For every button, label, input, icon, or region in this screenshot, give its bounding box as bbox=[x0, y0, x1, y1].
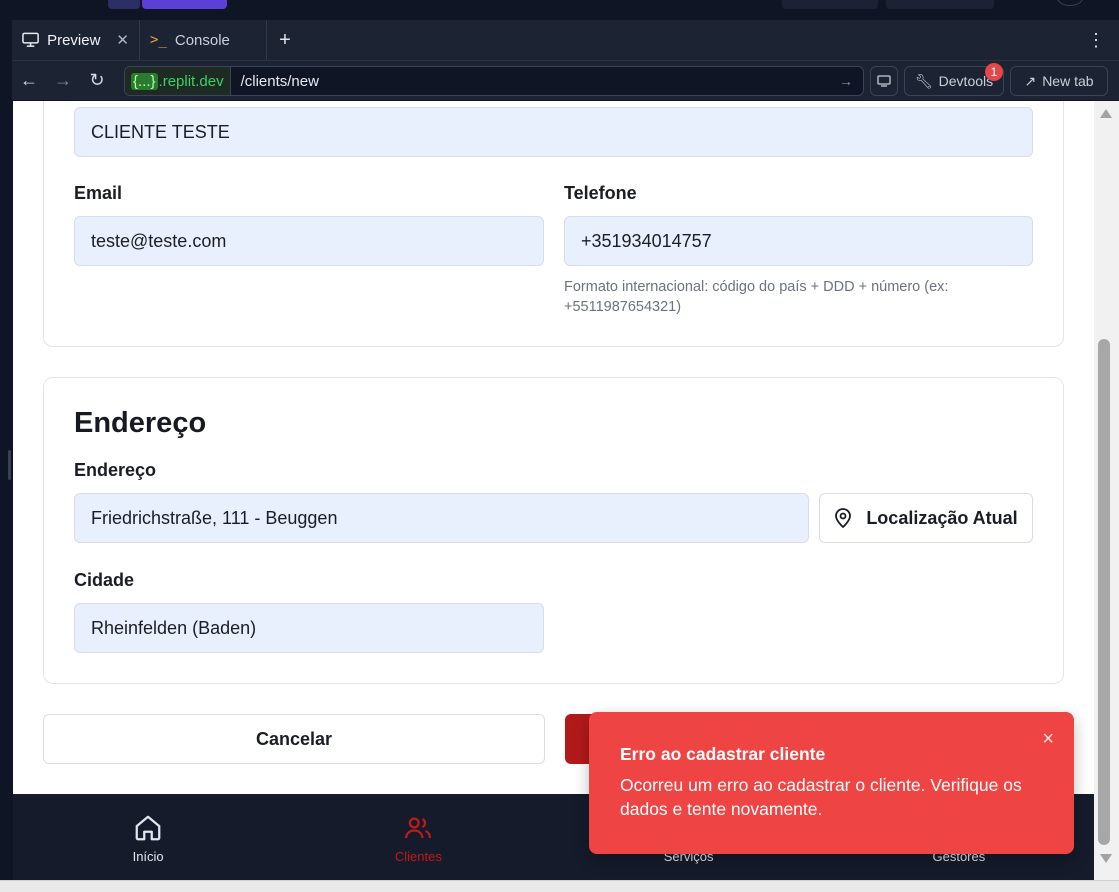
toast-message: Ocorreu um erro ao cadastrar o cliente. … bbox=[620, 775, 1022, 819]
toast-title: Erro ao cadastrar cliente bbox=[620, 744, 826, 764]
new-tab-label: New tab bbox=[1042, 73, 1094, 89]
top-pill bbox=[886, 0, 994, 9]
top-pill-active bbox=[142, 0, 227, 9]
city-field[interactable]: Rheinfelden (Baden) bbox=[74, 603, 544, 653]
browser-url-bar: ← → ↻ {...} .replit.dev /clients/new → 🔧… bbox=[12, 60, 1119, 100]
monitor-icon bbox=[22, 32, 39, 47]
add-tab-button[interactable]: + bbox=[267, 20, 303, 60]
home-icon bbox=[135, 815, 161, 840]
tab-label: Console bbox=[174, 31, 230, 49]
page-viewport: CLIENTE TESTE Email teste@teste.com Tele… bbox=[13, 101, 1094, 794]
url-domain: {...} .replit.dev bbox=[125, 67, 231, 95]
screen-icon bbox=[877, 75, 891, 87]
go-arrow-icon[interactable]: → bbox=[839, 73, 863, 89]
devtools-badge: 1 bbox=[985, 63, 1003, 81]
cancel-button[interactable]: Cancelar bbox=[43, 714, 545, 764]
top-pill bbox=[108, 0, 140, 9]
url-domain-prefix: {...} bbox=[131, 72, 158, 90]
forward-icon[interactable]: → bbox=[46, 70, 80, 91]
error-toast: × Erro ao cadastrar cliente Ocorreu um e… bbox=[589, 712, 1074, 854]
top-pill bbox=[782, 0, 878, 9]
close-icon[interactable]: × bbox=[1042, 728, 1054, 751]
phone-hint: Formato internacional: código do país + … bbox=[564, 279, 949, 315]
new-tab-button[interactable]: ↗ New tab bbox=[1010, 66, 1108, 96]
os-top-strip bbox=[0, 0, 1119, 20]
tab-console[interactable]: >_ Console bbox=[140, 20, 267, 60]
browser-tab-bar: Preview ✕ >_ Console + ⋮ bbox=[12, 20, 1119, 60]
left-panel-edge bbox=[0, 20, 12, 892]
window-bottom-edge bbox=[0, 880, 1119, 892]
address-field[interactable]: Friedrichstraße, 111 - Beuggen bbox=[74, 493, 809, 543]
scroll-thumb[interactable] bbox=[1098, 339, 1110, 845]
scroll-up-icon[interactable] bbox=[1100, 109, 1112, 118]
back-icon[interactable]: ← bbox=[12, 70, 46, 91]
address-label: Endereço bbox=[74, 460, 157, 480]
nav-label: Início bbox=[132, 848, 164, 864]
city-label: Cidade bbox=[74, 570, 135, 590]
scroll-down-icon[interactable] bbox=[1100, 854, 1112, 863]
current-location-button[interactable]: Localização Atual bbox=[819, 493, 1033, 543]
avatar[interactable] bbox=[1057, 0, 1083, 6]
page-scrollbar[interactable] bbox=[1094, 101, 1119, 880]
current-location-label: Localização Atual bbox=[866, 507, 1018, 528]
url-input[interactable]: {...} .replit.dev /clients/new → bbox=[124, 66, 864, 96]
close-icon[interactable]: ✕ bbox=[116, 31, 129, 49]
name-input[interactable]: CLIENTE TESTE bbox=[74, 107, 1033, 157]
nav-item-clientes[interactable]: Clientes bbox=[283, 794, 553, 880]
phone-label: Telefone bbox=[564, 183, 637, 203]
tab-preview[interactable]: Preview ✕ bbox=[12, 20, 140, 60]
wrench-icon: 🔧︎ bbox=[914, 72, 933, 89]
phone-field[interactable]: +351934014757 bbox=[564, 216, 1033, 266]
more-menu-icon[interactable]: ⋮ bbox=[1087, 30, 1105, 51]
device-screen-button[interactable] bbox=[870, 66, 898, 96]
reload-icon[interactable]: ↻ bbox=[80, 70, 114, 91]
address-section-title: Endereço bbox=[74, 407, 207, 439]
tab-label: Preview bbox=[47, 31, 101, 49]
nav-item-inicio[interactable]: Início bbox=[13, 794, 283, 880]
nav-label: Clientes bbox=[394, 848, 442, 864]
url-domain-text: .replit.dev bbox=[158, 72, 224, 90]
terminal-icon: >_ bbox=[150, 32, 167, 48]
map-pin-icon bbox=[835, 508, 852, 528]
resize-handle[interactable] bbox=[8, 450, 11, 480]
email-field[interactable]: teste@teste.com bbox=[74, 216, 544, 266]
users-icon bbox=[405, 817, 432, 838]
email-label: Email bbox=[74, 183, 123, 203]
external-link-icon: ↗ bbox=[1024, 72, 1037, 89]
url-path: /clients/new bbox=[240, 72, 319, 90]
